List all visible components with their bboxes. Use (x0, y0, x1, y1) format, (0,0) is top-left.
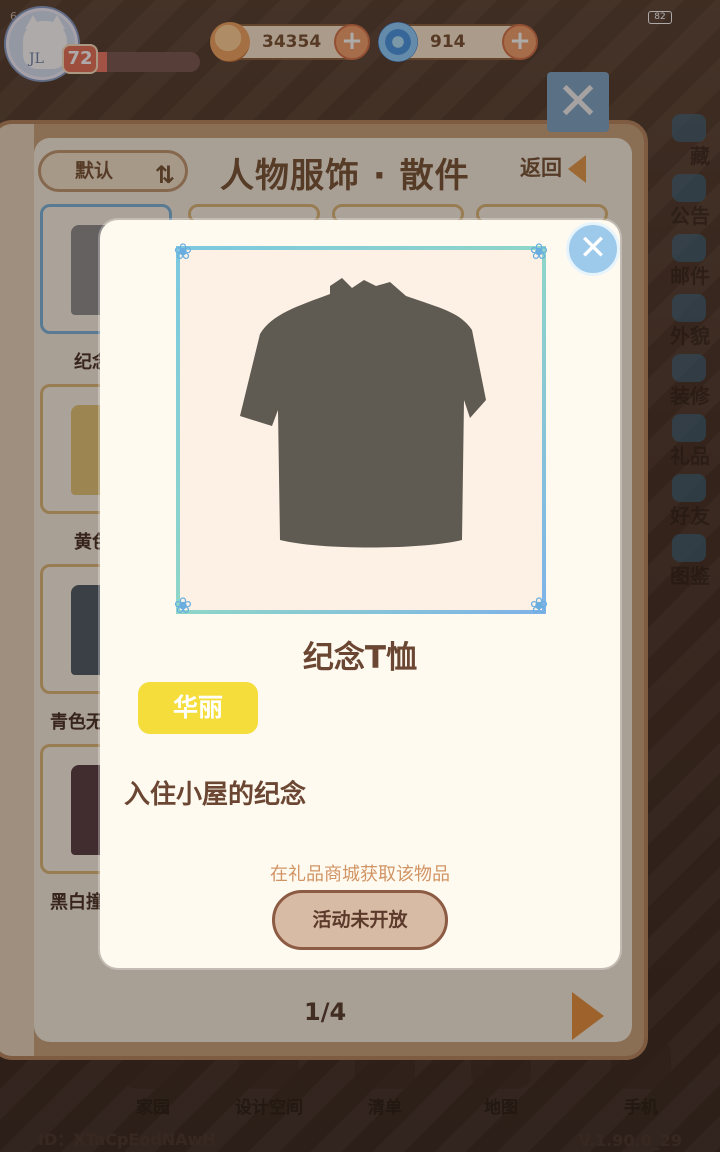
battery-indicator: 82 (648, 11, 672, 24)
coin-counter: 34354 + (210, 22, 370, 62)
tshirt-image (240, 278, 486, 548)
close-panel-button[interactable]: ✕ (547, 72, 609, 132)
side-menu-item[interactable]: 装修 (648, 350, 720, 410)
mail-icon (672, 234, 706, 262)
decorate-icon (672, 354, 706, 382)
swirl-icon (378, 22, 418, 62)
player-id: ID：XTaCpEodNAwH (38, 1130, 216, 1149)
gem-value: 914 (430, 32, 466, 52)
event-closed-button[interactable]: 活动未开放 (272, 890, 448, 950)
sort-button[interactable]: 默认 ⇅ (38, 150, 188, 192)
item-label: 黑白撞 (50, 892, 104, 913)
back-button[interactable]: 返回 (520, 152, 586, 183)
coin-icon (210, 22, 250, 62)
side-menu-item[interactable]: 礼品 (648, 410, 720, 470)
side-menu: 藏公告 邮件 外貌 装修 礼品 好友 图鉴 (648, 110, 720, 590)
corner-ornament-icon: ❀ (529, 594, 549, 619)
item-description: 入住小屋的纪念 (124, 780, 307, 810)
sort-icon: ⇅ (154, 161, 175, 189)
gift-icon (672, 414, 706, 442)
close-popup-button[interactable]: ✕ (566, 222, 620, 276)
coin-value: 34354 (262, 32, 322, 52)
gem-counter: 914 + (378, 22, 538, 62)
rarity-badge: 华丽 (138, 682, 258, 734)
side-menu-item[interactable]: 外貌 (648, 290, 720, 350)
corner-ornament-icon: ❀ (173, 240, 193, 265)
corner-ornament-icon: ❀ (173, 594, 193, 619)
appearance-icon (672, 294, 706, 322)
xp-bar (92, 52, 200, 72)
friends-icon (672, 474, 706, 502)
page-title: 人物服饰 · 散件 (220, 156, 470, 196)
version-label: V.1.90.0_29 (578, 1131, 682, 1150)
back-arrow-icon (568, 155, 586, 183)
item-preview-frame: ❀ ❀ ❀ ❀ (174, 242, 548, 618)
add-coin-button[interactable]: + (334, 24, 370, 60)
add-gem-button[interactable]: + (502, 24, 538, 60)
page-indicator: 1/4 (304, 998, 347, 1026)
side-menu-item[interactable]: 藏 (648, 110, 720, 170)
source-hint: 在礼品商城获取该物品 (270, 864, 450, 885)
level-badge: 72 (62, 44, 98, 74)
next-page-button[interactable] (572, 992, 604, 1040)
side-menu-item[interactable]: 公告 (648, 170, 720, 230)
notice-icon (672, 174, 706, 202)
side-menu-item[interactable]: 邮件 (648, 230, 720, 290)
bottom-nav: 家园 设计空间 清单 地图 手机 ID：XTaCpEodNAwH V.1.90.… (0, 1039, 720, 1152)
item-name: 纪念T恤 (302, 640, 418, 676)
side-menu-item[interactable]: 好友 (648, 470, 720, 530)
item-label: 青色无 (50, 712, 104, 733)
corner-ornament-icon: ❀ (529, 240, 549, 265)
side-menu-item[interactable]: 图鉴 (648, 530, 720, 590)
collection-icon (672, 114, 706, 142)
handbook-icon (672, 534, 706, 562)
avatar-initials: JL (29, 51, 44, 67)
